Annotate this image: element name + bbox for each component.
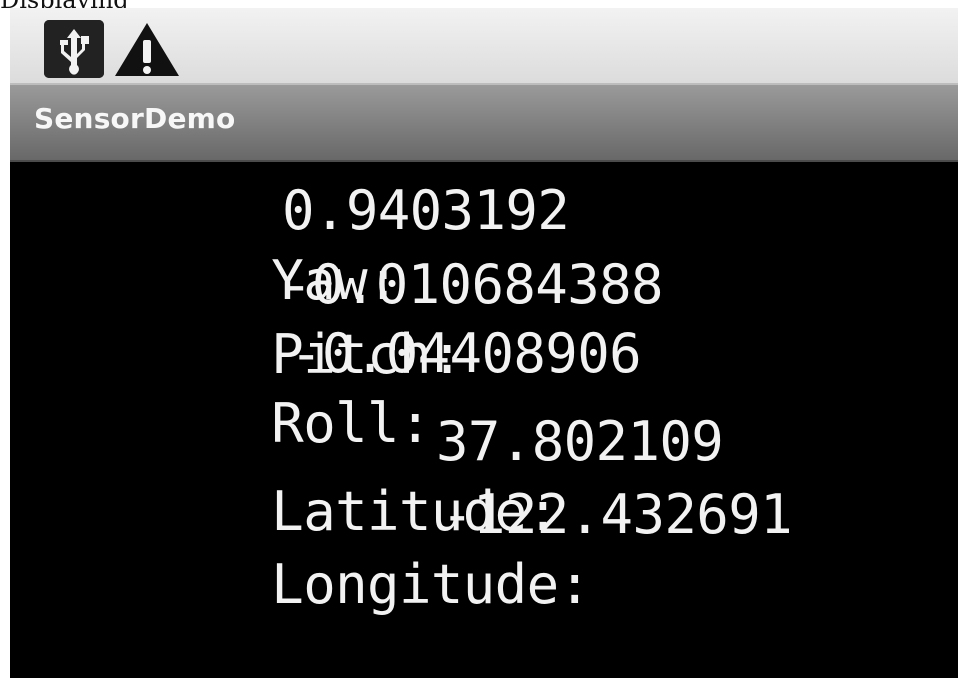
roll-reading: Roll: -0.04408906 — [16, 319, 956, 455]
latitude-value: 37.802109 — [436, 410, 724, 473]
usb-icon — [44, 20, 104, 78]
pitch-value: -0.010684388 — [280, 253, 664, 316]
app-title: SensorDemo — [34, 102, 236, 135]
status-bar — [10, 8, 958, 85]
longitude-reading: Longitude: -122.432691 — [16, 480, 956, 616]
screenshot: Displaying SensorDemo — [0, 0, 958, 678]
longitude-label: Longitude: — [271, 553, 591, 616]
roll-value: -0.04408906 — [290, 322, 642, 385]
sensor-readout: Yaw: 0.9403192 Pitch: -0.010684388 Roll:… — [10, 162, 958, 678]
pitch-reading: Pitch: -0.010684388 — [16, 250, 956, 386]
longitude-value: -122.432691 — [441, 483, 793, 546]
warning-icon — [113, 20, 181, 78]
latitude-reading: Latitude: 37.802109 — [16, 407, 956, 543]
yaw-reading: Yaw: 0.9403192 — [16, 176, 956, 312]
app-title-bar: SensorDemo — [10, 85, 958, 162]
android-screen: SensorDemo Yaw: 0.9403192 Pitch: -0.0106… — [10, 8, 958, 678]
yaw-value: 0.9403192 — [282, 179, 570, 242]
